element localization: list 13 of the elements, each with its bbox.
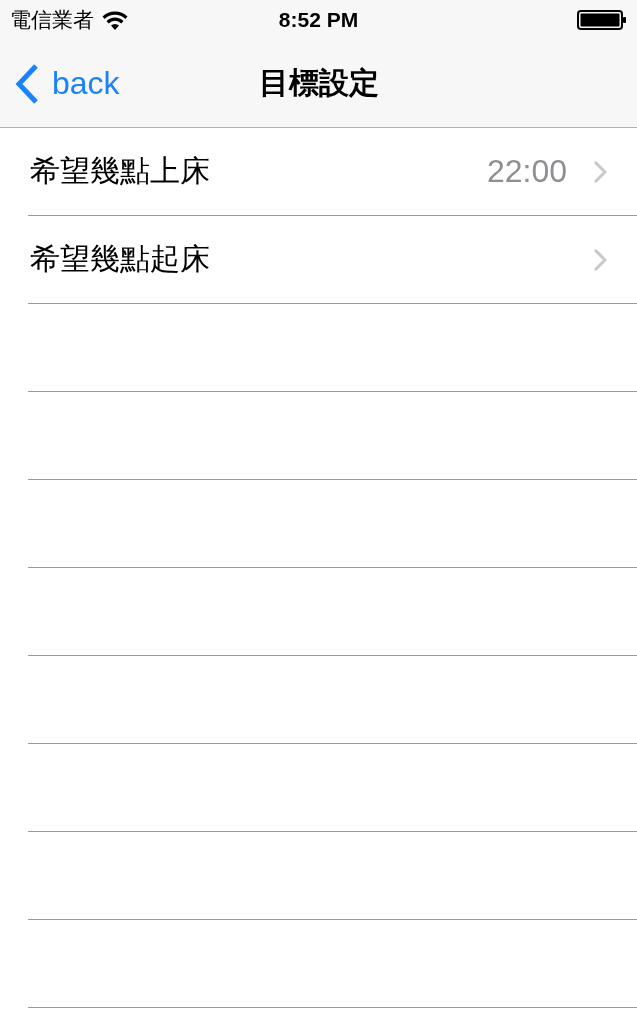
clock-time: 8:52 PM bbox=[278, 8, 359, 32]
row-label: 希望幾點上床 bbox=[30, 153, 210, 189]
row-label: 希望幾點起床 bbox=[30, 241, 210, 277]
chevron-left-icon bbox=[14, 62, 40, 105]
wifi-icon bbox=[102, 10, 128, 30]
chevron-right-icon bbox=[593, 247, 607, 272]
chevron-right-icon bbox=[593, 159, 607, 184]
carrier-name: 電信業者 bbox=[10, 7, 94, 33]
list-row[interactable]: 希望幾點起床 bbox=[28, 216, 637, 304]
list-row[interactable]: 希望幾點上床 22:00 bbox=[28, 128, 637, 216]
page-title: 目標設定 bbox=[258, 65, 379, 101]
battery-icon bbox=[577, 10, 627, 30]
row-value: 22:00 bbox=[486, 153, 567, 190]
